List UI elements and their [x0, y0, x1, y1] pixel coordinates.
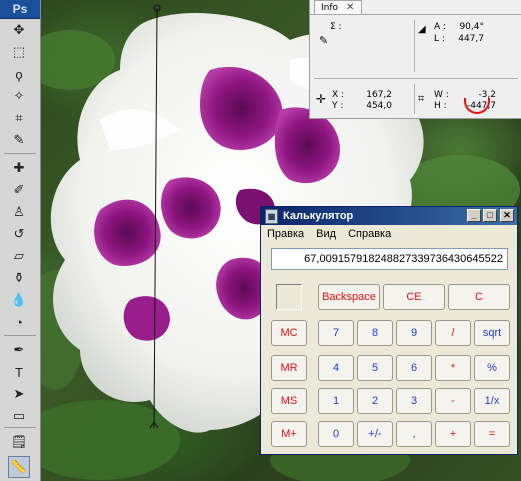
digit-8-button[interactable]: 8 [357, 320, 393, 346]
x-label: X : [332, 90, 345, 100]
clone-stamp-tool-icon[interactable]: ♙ [9, 202, 29, 222]
digit-3-button[interactable]: 3 [396, 388, 432, 414]
clear-entry-button[interactable]: CE [383, 284, 445, 310]
brush-tool-icon[interactable]: ✐ [9, 180, 29, 200]
tab-info[interactable]: Info ✕ [314, 0, 362, 14]
menu-help[interactable]: Справка [348, 228, 391, 240]
reciprocal-button[interactable]: 1/x [474, 388, 510, 414]
highlight-annotation [464, 98, 490, 114]
digit-7-button[interactable]: 7 [318, 320, 354, 346]
close-icon[interactable]: ✕ [346, 2, 354, 13]
clear-button[interactable]: C [448, 284, 510, 310]
y-label: Y : [332, 101, 344, 111]
calculator-window: ▦ Калькулятор _ □ ✕ Правка Вид Справка 6… [260, 206, 518, 455]
sqrt-button[interactable]: sqrt [474, 320, 510, 346]
rectangle-tool-icon[interactable]: ▭ [9, 406, 29, 426]
decimal-button[interactable]: , [396, 421, 432, 447]
marquee-tool-icon[interactable]: ⬚ [9, 42, 29, 62]
digit-1-button[interactable]: 1 [318, 388, 354, 414]
path-selection-tool-icon[interactable]: ➤ [9, 384, 29, 404]
y-value: 454,0 [366, 101, 392, 111]
pen-tool-icon[interactable]: ✒ [9, 340, 29, 360]
divide-button[interactable]: / [435, 320, 471, 346]
lasso-tool-icon[interactable]: ϙ [9, 64, 29, 84]
calculator-menu-bar: Правка Вид Справка [261, 225, 517, 243]
toolbox-separator [4, 153, 36, 154]
add-button[interactable]: + [435, 421, 471, 447]
calculator-icon: ▦ [265, 208, 278, 224]
toolbox-separator [4, 335, 36, 336]
digit-0-button[interactable]: 0 [318, 421, 354, 447]
digit-9-button[interactable]: 9 [396, 320, 432, 346]
panel-divider [414, 20, 415, 72]
minimize-button[interactable]: _ [467, 209, 481, 222]
size-icon: ⌗ [418, 92, 425, 105]
negate-button[interactable]: +/- [357, 421, 393, 447]
window-title: Калькулятор [283, 210, 354, 222]
panel-divider [314, 78, 518, 79]
length-value: 447,7 [458, 34, 484, 44]
crosshair-icon: ✛ [316, 92, 327, 106]
panel-divider [310, 14, 521, 15]
digit-6-button[interactable]: 6 [396, 355, 432, 381]
panel-divider [414, 84, 415, 114]
eyedropper-tool-icon[interactable]: ✎ [9, 130, 29, 150]
width-label: W : [434, 90, 449, 100]
close-button[interactable]: ✕ [500, 209, 514, 222]
angle-value: 90,4° [459, 22, 484, 32]
history-brush-tool-icon[interactable]: ↺ [9, 224, 29, 244]
multiply-button[interactable]: * [435, 355, 471, 381]
digit-4-button[interactable]: 4 [318, 355, 354, 381]
magic-wand-tool-icon[interactable]: ✧ [9, 86, 29, 106]
digit-5-button[interactable]: 5 [357, 355, 393, 381]
dodge-tool-icon[interactable]: ◔ [9, 312, 29, 332]
memory-add-button[interactable]: M+ [271, 421, 307, 447]
eraser-tool-icon[interactable]: ▱ [9, 246, 29, 266]
length-label: L : [434, 34, 445, 44]
info-panel: Info ✕ Σ : ✎ ◢ A : 90,4° L : 447,7 ✛ X :… [309, 0, 521, 119]
height-label: H : [434, 101, 447, 111]
subtract-button[interactable]: - [435, 388, 471, 414]
info-tab-label: Info [321, 2, 339, 13]
photoshop-logo: Ps [0, 0, 40, 19]
type-tool-icon[interactable]: T [9, 362, 29, 382]
toolbox: Ps ✥ ⬚ ϙ ✧ ⌗ ✎ ✚ ✐ ♙ ↺ ▱ ⚱ 💧 ◔ ✒ T ➤ ▭ 🗒 📏 [0, 0, 41, 481]
memory-indicator [276, 284, 302, 310]
notes-tool-icon[interactable]: 🗒 [9, 432, 29, 452]
calculator-title-bar[interactable]: ▦ Калькулятор _ □ ✕ [261, 207, 517, 225]
blur-tool-icon[interactable]: 💧 [9, 290, 29, 310]
menu-view[interactable]: Вид [316, 228, 336, 240]
digit-2-button[interactable]: 2 [357, 388, 393, 414]
memory-store-button[interactable]: MS [271, 388, 307, 414]
memory-clear-button[interactable]: MC [271, 320, 307, 346]
percent-button[interactable]: % [474, 355, 510, 381]
healing-brush-tool-icon[interactable]: ✚ [9, 158, 29, 178]
menu-edit[interactable]: Правка [267, 228, 304, 240]
sigma-label: Σ : [330, 22, 342, 32]
memory-recall-button[interactable]: MR [271, 355, 307, 381]
calculator-display[interactable]: 67,00915791824882733973643064552​2 [271, 248, 508, 270]
angle-icon: ◢ [418, 24, 426, 35]
maximize-button[interactable]: □ [483, 209, 497, 222]
backspace-button[interactable]: Backspace [318, 284, 380, 310]
toolbox-separator [4, 427, 36, 428]
crop-tool-icon[interactable]: ⌗ [9, 108, 29, 128]
move-tool-icon[interactable]: ✥ [9, 20, 29, 40]
paint-bucket-tool-icon[interactable]: ⚱ [9, 268, 29, 288]
equals-button[interactable]: = [474, 421, 510, 447]
angle-label: A : [434, 22, 447, 32]
x-value: 167,2 [366, 90, 392, 100]
ruler-tool-icon[interactable]: 📏 [8, 456, 30, 478]
eyedropper-icon: ✎ [319, 34, 329, 47]
